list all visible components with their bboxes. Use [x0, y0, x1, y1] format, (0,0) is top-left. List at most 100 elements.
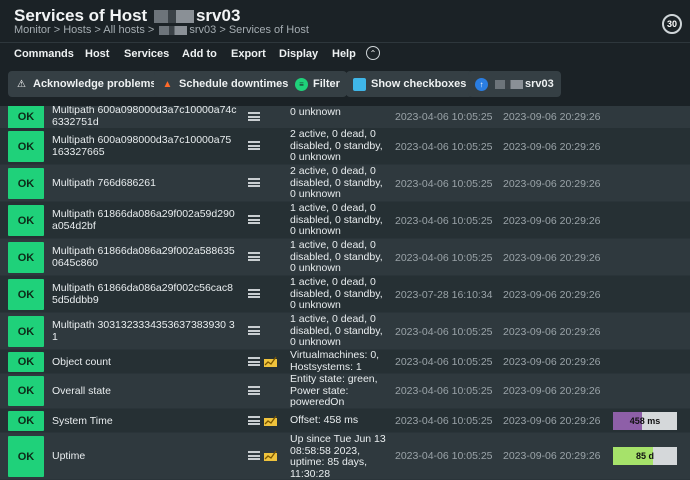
breadcrumb: Monitor > Hosts > All hosts > srv03 > Se… [14, 24, 309, 36]
table-row[interactable]: OK Multipath 61866da086a29f002c56cac85d5… [0, 276, 690, 313]
state-badge[interactable]: OK [8, 316, 44, 347]
service-name[interactable]: Object count [52, 356, 237, 368]
redacted-hostname [153, 10, 194, 24]
perfometer-value: 85 d [635, 451, 654, 461]
state-since: 2023-09-06 20:29:26 [503, 415, 601, 427]
state-badge[interactable]: OK [8, 411, 44, 431]
service-output: 1 active, 0 dead, 0 disabled, 0 standby,… [290, 276, 383, 311]
state-badge[interactable]: OK [8, 376, 44, 406]
service-output: 2 active, 0 dead, 0 disabled, 0 standby,… [290, 128, 383, 163]
cone-icon: ▲ [162, 78, 173, 90]
menu-host[interactable]: Host [85, 48, 109, 60]
services-table: OK Multipath 600a098000d3a7c10000a74c633… [0, 106, 690, 480]
table-row[interactable]: OK Multipath 61866da086a29f002a59d290a05… [0, 202, 690, 239]
menu-icon[interactable] [248, 326, 260, 335]
service-output: 1 active, 0 dead, 0 disabled, 0 standby,… [290, 202, 383, 237]
table-row[interactable]: OK Multipath 766d686261 2 active, 0 dead… [0, 165, 690, 202]
table-row[interactable]: OK Multipath 600a098000d3a7c10000a751633… [0, 128, 690, 165]
menu-services[interactable]: Services [124, 48, 169, 60]
last-check: 2023-04-06 10:05:25 [395, 178, 493, 190]
host-button[interactable]: ↑ srv03 [468, 71, 561, 97]
redacted-hostname [159, 25, 188, 35]
state-since: 2023-09-06 20:29:26 [503, 385, 601, 397]
state-since: 2023-09-06 20:29:26 [503, 356, 601, 368]
last-check: 2023-04-06 10:05:25 [395, 215, 493, 227]
menu-icon[interactable] [248, 416, 260, 425]
state-badge[interactable]: OK [8, 168, 44, 199]
menu-export[interactable]: Export [231, 48, 266, 60]
service-name[interactable]: Overall state [52, 385, 237, 397]
state-badge[interactable]: OK [8, 352, 44, 372]
state-badge[interactable]: OK [8, 279, 44, 310]
perfometer-value: 458 ms [629, 416, 661, 426]
table-row[interactable]: OK Uptime Up since Tue Jun 13 08:58:58 2… [0, 433, 690, 480]
schedule-downtime-button[interactable]: ▲ Schedule downtimes [154, 71, 296, 97]
last-check: 2023-04-06 10:05:25 [395, 111, 493, 123]
state-badge[interactable]: OK [8, 205, 44, 236]
menu-icon[interactable] [248, 252, 260, 261]
menu-icon[interactable] [248, 112, 260, 121]
menu-icon[interactable] [248, 289, 260, 298]
state-since: 2023-09-06 20:29:26 [503, 252, 601, 264]
acknowledge-button[interactable]: ⚠ Acknowledge problems [8, 71, 164, 97]
menu-icon[interactable] [248, 451, 260, 460]
menu-icon[interactable] [248, 178, 260, 187]
service-name[interactable]: Multipath 766d686261 [52, 177, 237, 189]
table-row[interactable]: OK Overall state Entity state: green, Po… [0, 373, 690, 409]
service-output: Entity state: green, Power state: powere… [290, 373, 378, 408]
service-name[interactable]: Multipath 61866da086a29f002a59d290a054d2… [52, 208, 237, 232]
table-row[interactable]: OK Object count Virtualmachines: 0, Host… [0, 349, 690, 374]
refresh-countdown[interactable]: 30 [662, 14, 682, 34]
state-since: 2023-09-06 20:29:26 [503, 111, 601, 123]
service-output: 1 active, 0 dead, 0 disabled, 0 standby,… [290, 239, 383, 274]
service-name[interactable]: Multipath 3031323334353637383930 31 [52, 319, 237, 343]
perfometer[interactable]: 85 d [613, 447, 677, 465]
state-since: 2023-09-06 20:29:26 [503, 141, 601, 153]
menu-icon[interactable] [248, 141, 260, 150]
service-name[interactable]: Multipath 600a098000d3a7c10000a74c633275… [52, 106, 237, 128]
table-row[interactable]: OK System Time Offset: 458 ms 2023-04-06… [0, 409, 690, 433]
last-check: 2023-07-28 16:10:34 [395, 289, 493, 301]
service-name[interactable]: Multipath 61866da086a29f002a5886350645c8… [52, 245, 237, 269]
menu-icon[interactable] [248, 357, 260, 366]
redacted-hostname [495, 79, 523, 89]
collapse-menu-icon[interactable]: ⌃ [366, 46, 380, 60]
state-badge[interactable]: OK [8, 131, 44, 162]
last-check: 2023-04-06 10:05:25 [395, 385, 493, 397]
last-check: 2023-04-06 10:05:25 [395, 356, 493, 368]
last-check: 2023-04-06 10:05:25 [395, 252, 493, 264]
service-name[interactable]: Multipath 600a098000d3a7c10000a751633276… [52, 134, 237, 158]
checkbox-icon [353, 77, 366, 91]
menu-icon[interactable] [248, 215, 260, 224]
last-check: 2023-04-06 10:05:25 [395, 450, 493, 462]
service-output: Offset: 458 ms [290, 414, 359, 426]
service-name[interactable]: Uptime [52, 450, 237, 462]
pnp-graph-icon[interactable] [264, 450, 277, 461]
menu-commands[interactable]: Commands [14, 48, 74, 60]
table-row[interactable]: OK Multipath 3031323334353637383930 31 1… [0, 313, 690, 350]
menu-display[interactable]: Display [279, 48, 318, 60]
page-title: Services of Host srv03 [14, 6, 241, 25]
state-badge[interactable]: OK [8, 436, 44, 477]
menu-help[interactable]: Help [332, 48, 356, 60]
service-name[interactable]: System Time [52, 415, 237, 427]
service-output: 2 active, 0 dead, 0 disabled, 0 standby,… [290, 165, 383, 200]
service-output: Virtualmachines: 0, Hostsystems: 1 [290, 349, 380, 373]
table-row[interactable]: OK Multipath 61866da086a29f002a588635064… [0, 239, 690, 276]
warning-icon: ⚠ [17, 78, 26, 90]
menu-bar: Commands Host Services Add to Export Dis… [0, 42, 690, 66]
menu-icon[interactable] [248, 386, 260, 395]
perfometer[interactable]: 458 ms [613, 412, 677, 430]
pnp-graph-icon[interactable] [264, 356, 277, 367]
filter-icon: ≡ [295, 77, 308, 91]
filter-button[interactable]: ≡ Filter [288, 71, 347, 97]
state-since: 2023-09-06 20:29:26 [503, 215, 601, 227]
pnp-graph-icon[interactable] [264, 415, 277, 426]
state-since: 2023-09-06 20:29:26 [503, 450, 601, 462]
show-checkboxes-button[interactable]: Show checkboxes [346, 71, 474, 97]
state-badge[interactable]: OK [8, 242, 44, 273]
service-name[interactable]: Multipath 61866da086a29f002c56cac85d5ddb… [52, 282, 237, 306]
page-header: Services of Host srv03 Monitor > Hosts >… [0, 0, 690, 42]
service-output: 1 active, 0 dead, 0 disabled, 0 standby,… [290, 313, 383, 348]
menu-add-to[interactable]: Add to [182, 48, 217, 60]
